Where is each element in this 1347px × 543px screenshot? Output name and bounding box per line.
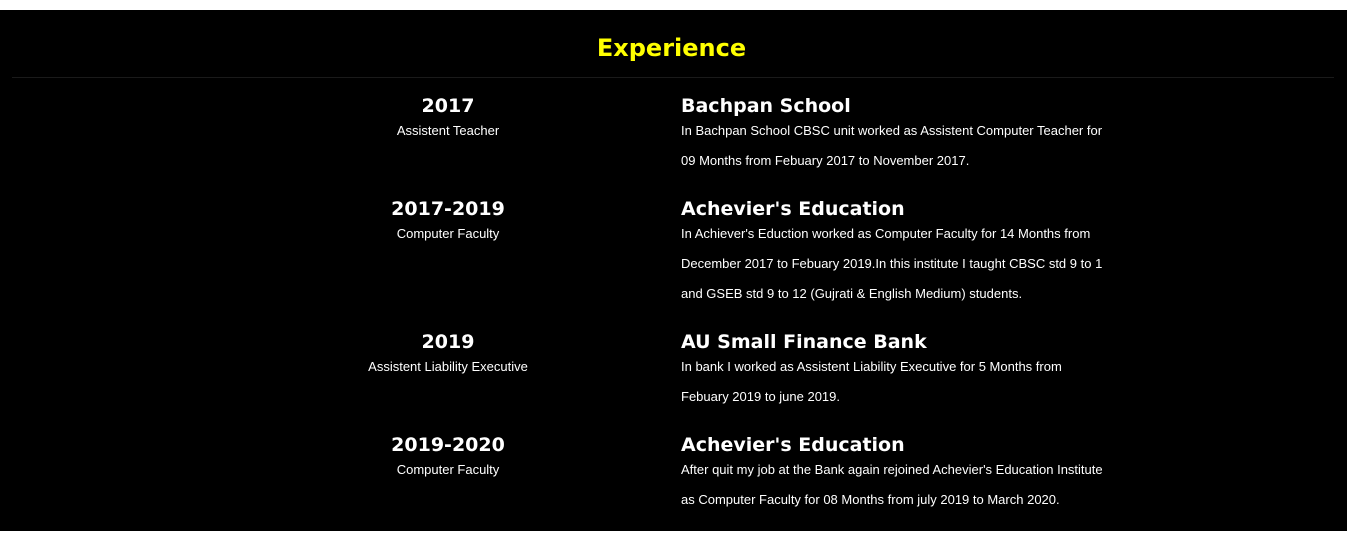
entry-year: 2019 xyxy=(421,331,475,353)
entry-role: Computer Faculty xyxy=(396,226,500,241)
entry-description: In Bachpan School CBSC unit worked as As… xyxy=(681,123,1103,168)
section-title: Experience xyxy=(596,34,747,62)
entry-description: After quit my job at the Bank again rejo… xyxy=(681,462,1103,507)
entry-role: Assistent Liability Executive xyxy=(368,359,528,374)
entry-description: In Achiever's Eduction worked as Compute… xyxy=(681,226,1103,301)
entry-description: In bank I worked as Assistent Liability … xyxy=(681,359,1062,404)
entry-year: 2017-2019 xyxy=(391,198,505,220)
experience-section: Experience 2017 Assistent Teacher Bachpa… xyxy=(0,10,1347,531)
entry-year: 2017 xyxy=(421,95,475,117)
entry-role: Computer Faculty xyxy=(396,462,500,477)
title-divider xyxy=(12,77,1334,78)
entry-role: Assistent Teacher xyxy=(396,123,500,138)
entry-year: 2019-2020 xyxy=(391,434,505,456)
